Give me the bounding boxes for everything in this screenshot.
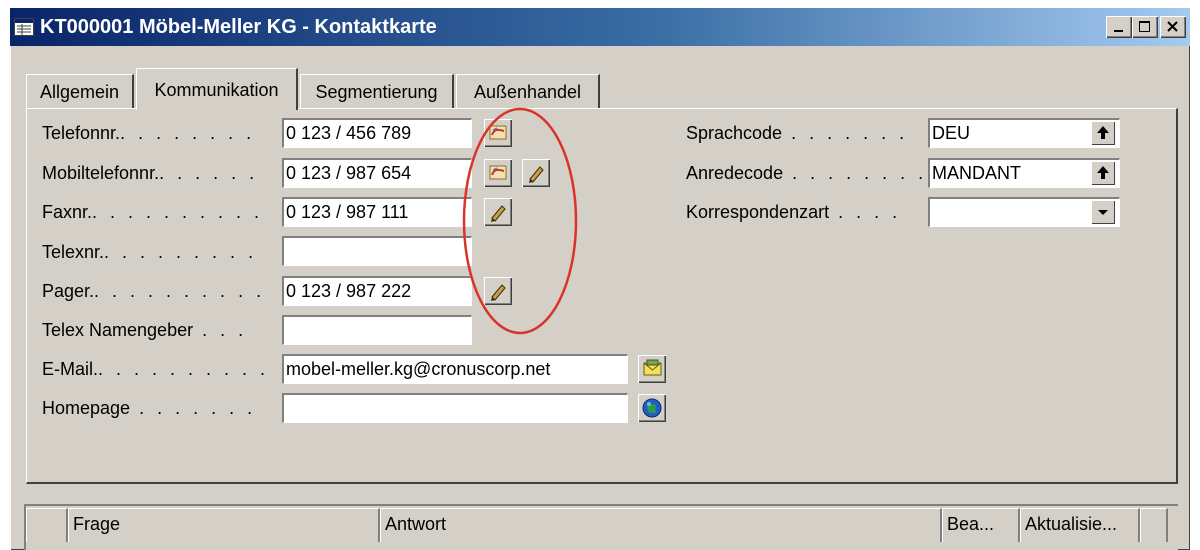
mobil-dial-button[interactable] xyxy=(484,159,512,187)
telex-label: Telexnr.. . . . . . . . . xyxy=(42,242,258,262)
window-title: KT000001 Möbel-Meller KG - Kontaktkarte xyxy=(40,16,437,38)
sprachcode-value: DEU xyxy=(932,123,971,143)
fax-field[interactable]: 0 123 / 987 111 xyxy=(282,197,472,227)
email-send-button[interactable] xyxy=(638,355,666,383)
globe-icon xyxy=(642,398,662,418)
homepage-open-button[interactable] xyxy=(638,394,666,422)
mobil-edit-button[interactable] xyxy=(522,159,550,187)
sprachcode-label: Sprachcode . . . . . . . xyxy=(686,123,909,143)
anredecode-lookup-button[interactable] xyxy=(1091,161,1115,185)
homepage-label: Homepage . . . . . . . xyxy=(42,398,257,418)
mobil-label: Mobiltelefonnr.. . . . . . xyxy=(42,163,259,183)
phone-dial-icon xyxy=(489,165,507,180)
fax-label: Faxnr.. . . . . . . . . . xyxy=(42,202,264,222)
telefon-label: Telefonnr.. . . . . . . . xyxy=(42,123,256,143)
pager-field[interactable]: 0 123 / 987 222 xyxy=(282,276,472,306)
arrow-up-icon xyxy=(1097,126,1109,139)
title-bar[interactable]: KT000001 Möbel-Meller KG - Kontaktkarte xyxy=(10,8,1190,46)
anredecode-label: Anredecode . . . . . . . . xyxy=(686,163,928,183)
column-header-frage[interactable]: Frage xyxy=(68,508,380,542)
telefon-dial-button[interactable] xyxy=(484,119,512,147)
fax-edit-button[interactable] xyxy=(484,198,512,226)
email-field[interactable]: mobel-meller.kg@cronuscorp.net xyxy=(282,354,628,384)
telex-namengeber-label: Telex Namengeber . . . xyxy=(42,320,248,340)
tab-allgemein[interactable]: Allgemein xyxy=(26,74,134,108)
arrow-up-icon xyxy=(1097,166,1109,179)
telefon-field[interactable]: 0 123 / 456 789 xyxy=(282,118,472,148)
maximize-button[interactable] xyxy=(1132,16,1158,38)
grid-corner-header xyxy=(1140,508,1168,542)
email-label: E-Mail.. . . . . . . . . . xyxy=(42,359,270,379)
grid-row-selector-header[interactable] xyxy=(26,508,68,542)
telex-field[interactable] xyxy=(282,236,472,266)
contact-card-window: KT000001 Möbel-Meller KG - Kontaktkarte … xyxy=(10,8,1190,550)
telex-namengeber-field[interactable] xyxy=(282,315,472,345)
column-header-bearbeitet[interactable]: Bea... xyxy=(942,508,1020,542)
pencil-icon xyxy=(529,166,544,183)
maximize-icon xyxy=(1139,21,1150,32)
phone-dial-icon xyxy=(489,125,507,140)
close-icon xyxy=(1167,21,1178,32)
column-header-antwort[interactable]: Antwort xyxy=(380,508,942,542)
sprachcode-lookup-button[interactable] xyxy=(1091,121,1115,145)
pencil-icon xyxy=(491,284,506,301)
mobil-field[interactable]: 0 123 / 987 654 xyxy=(282,158,472,188)
chevron-down-icon xyxy=(1098,210,1108,215)
pencil-icon xyxy=(491,205,506,222)
pager-edit-button[interactable] xyxy=(484,277,512,305)
card-icon xyxy=(14,18,34,36)
minimize-button[interactable] xyxy=(1106,16,1132,38)
korrespondenzart-dropdown-button[interactable] xyxy=(1091,200,1115,224)
tab-kommunikation[interactable]: Kommunikation xyxy=(136,68,298,110)
minimize-icon xyxy=(1114,30,1123,32)
pager-label: Pager.. . . . . . . . . . xyxy=(42,281,266,301)
anredecode-value: MANDANT xyxy=(932,163,1021,183)
tab-aussenhandel[interactable]: Außenhandel xyxy=(456,74,600,108)
envelope-icon xyxy=(643,359,662,376)
close-button[interactable] xyxy=(1160,16,1186,38)
homepage-field[interactable] xyxy=(282,393,628,423)
tab-segmentierung[interactable]: Segmentierung xyxy=(300,74,454,108)
korrespondenzart-label: Korrespondenzart . . . . xyxy=(686,202,902,222)
column-header-aktualisiert[interactable]: Aktualisie... xyxy=(1020,508,1140,542)
